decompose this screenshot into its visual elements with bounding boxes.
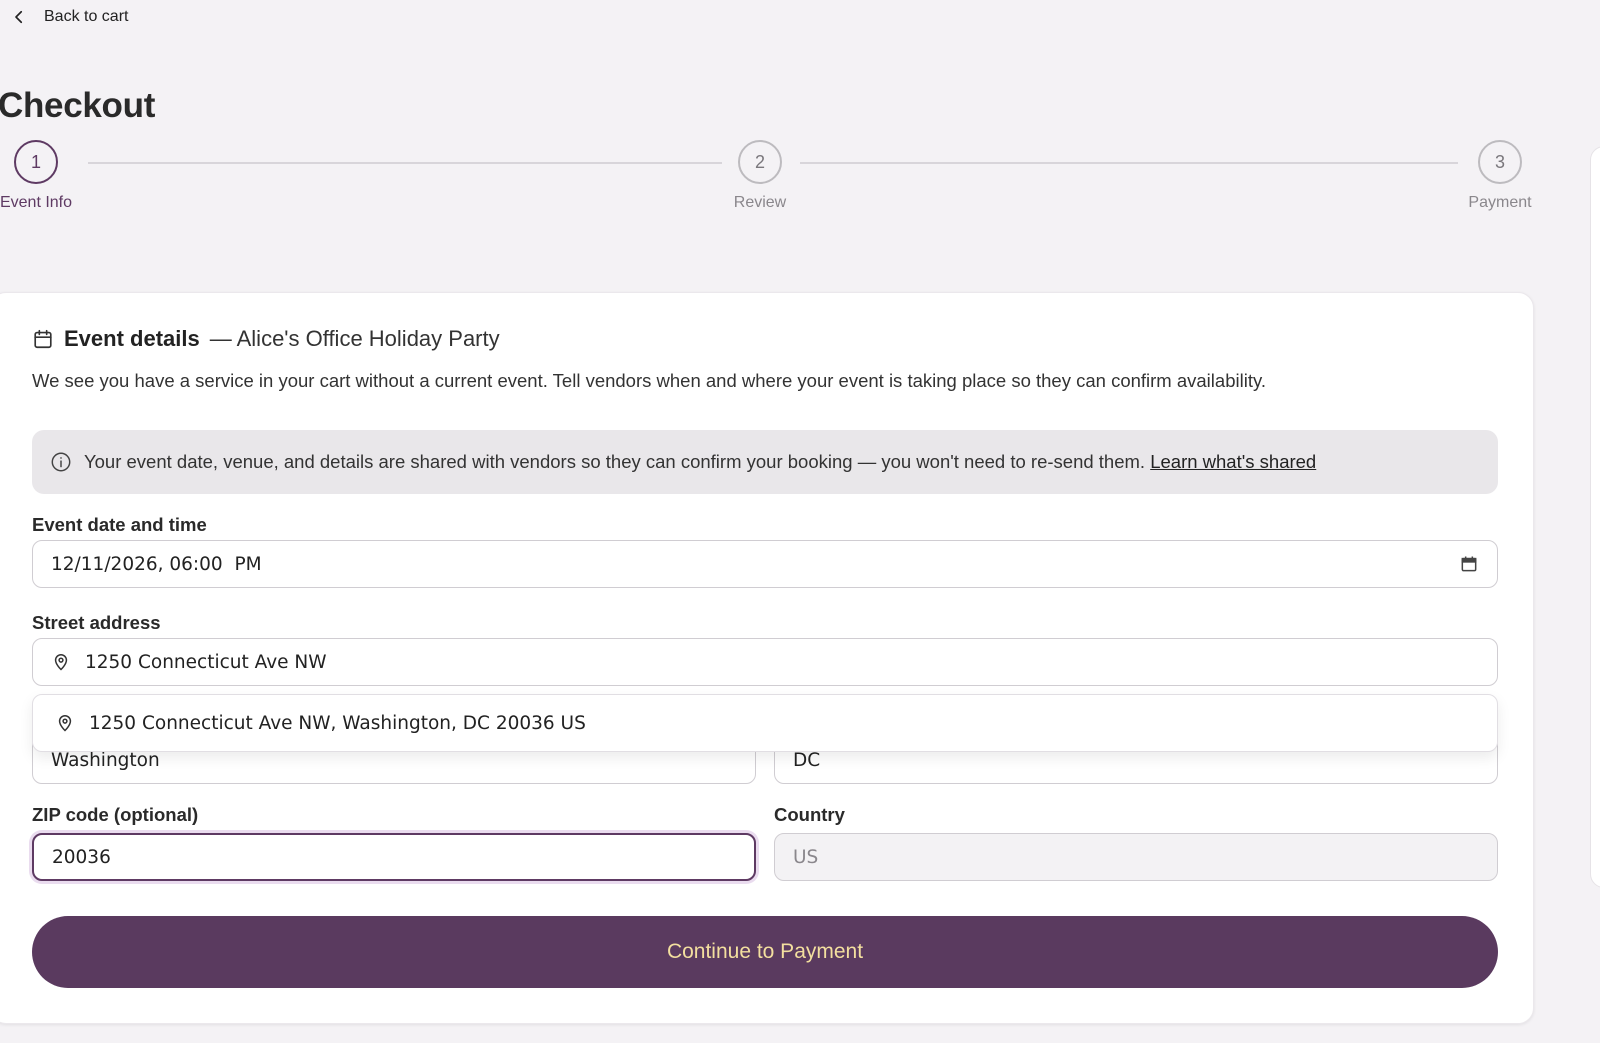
event-description: We see you have a service in your cart w… [32,370,1266,391]
page-title: Checkout [0,86,156,125]
country-label: Country [774,804,845,825]
step-1-circle: 1 [14,140,58,184]
calendar-icon [34,329,52,349]
zip-code-label: ZIP code (optional) [32,804,199,825]
event-datetime-label: Event date and time [32,514,207,535]
continue-to-payment-button[interactable]: Continue to Payment [32,916,1498,988]
map-pin-icon [58,715,72,732]
street-address-field[interactable] [32,638,1498,686]
step-3-label: Payment [1468,194,1532,211]
event-datetime-input[interactable] [51,553,1459,575]
zip-code-field[interactable] [32,833,756,881]
step-3-circle: 3 [1478,140,1522,184]
map-pin-icon [54,654,68,671]
back-to-cart-label: Back to cart [44,8,129,25]
zip-code-input[interactable] [52,846,736,868]
street-address-input[interactable] [85,651,1479,673]
step-connector [800,162,1458,164]
event-details-header: Event details — Alice's Office Holiday P… [32,326,500,352]
step-2-label: Review [733,194,787,211]
street-address-label: Street address [32,612,161,633]
info-icon [51,452,71,472]
city-input[interactable] [51,749,737,771]
country-field [774,833,1498,881]
country-input [793,846,1479,868]
event-datetime-field[interactable] [32,540,1498,588]
state-input[interactable] [793,749,1479,771]
summary-panel-edge [1590,146,1600,888]
event-name: — Alice's Office Holiday Party [209,326,500,351]
info-banner-text: Your event date, venue, and details are … [84,451,1146,472]
address-suggestion-item[interactable]: 1250 Connecticut Ave NW, Washington, DC … [32,694,1498,752]
calendar-picker-icon[interactable] [1459,554,1479,574]
step-connector [88,162,722,164]
step-1-label: Event Info [0,194,73,211]
learn-whats-shared-link[interactable]: Learn what's shared [1150,451,1316,472]
info-banner: Your event date, venue, and details are … [32,430,1498,494]
back-to-cart-link[interactable]: Back to cart [10,8,128,26]
step-2-circle: 2 [738,140,782,184]
chevron-left-icon [15,10,23,24]
address-suggestion-text: 1250 Connecticut Ave NW, Washington, DC … [89,712,586,734]
event-details-heading: Event details [64,326,200,351]
